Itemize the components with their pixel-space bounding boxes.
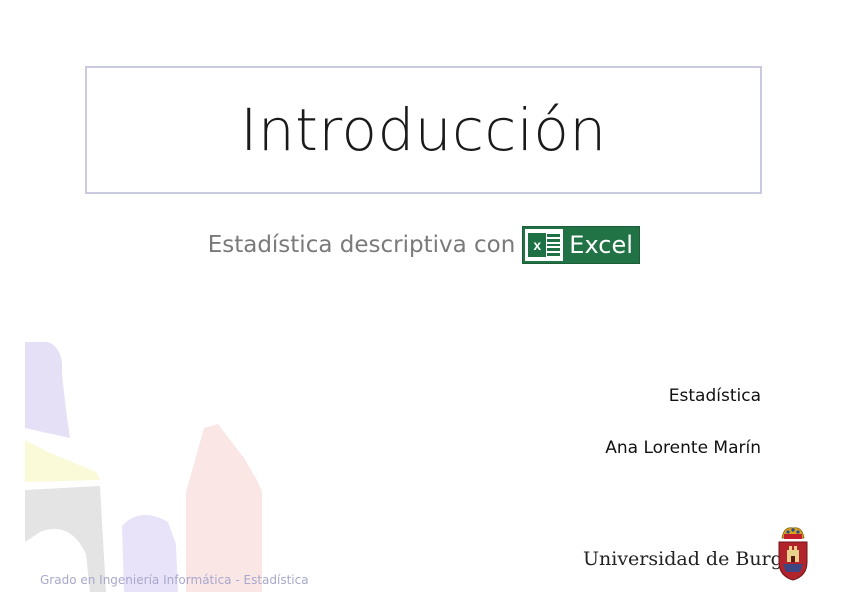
title-frame: Introducción [85,66,762,194]
excel-logo-word: Excel [569,231,633,259]
decorative-background-shapes [25,342,262,592]
excel-badge-letter: x [528,233,547,257]
university-crest-icon [778,527,808,581]
excel-grid-icon [547,234,561,256]
author-name: Ana Lorente Marín [605,438,761,458]
subtitle-row: Estadística descriptiva con x Excel [0,226,848,264]
university-name: Universidad de Burgos [583,548,804,570]
slide-title: Introducción [240,96,607,164]
footer-text: Grado en Ingeniería Informática - Estadí… [40,573,309,587]
slide-subtitle: Estadística descriptiva con [207,232,516,258]
excel-icon: x [525,229,564,261]
excel-logo: x Excel [522,226,641,264]
subject-name: Estadística [668,386,761,406]
